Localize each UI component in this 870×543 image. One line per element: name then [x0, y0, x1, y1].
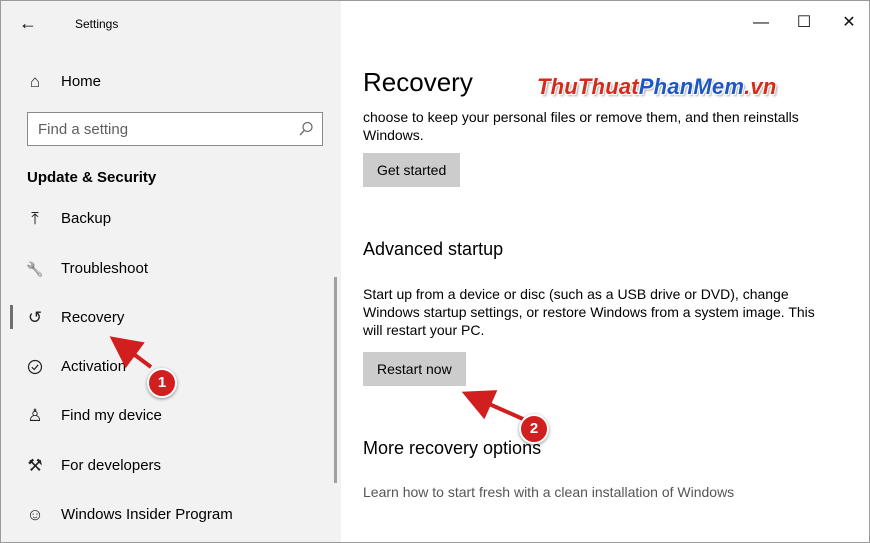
annotation-marker-2: 2: [519, 414, 549, 444]
annotation-arrows: [109, 336, 524, 421]
settings-window: ← Settings ⌂ Home Update & Security ⤒ Ba…: [0, 0, 870, 543]
arrow-to-restart: [461, 390, 524, 421]
annotation-marker-1: 1: [147, 368, 177, 398]
arrow-to-recovery: [109, 336, 153, 369]
